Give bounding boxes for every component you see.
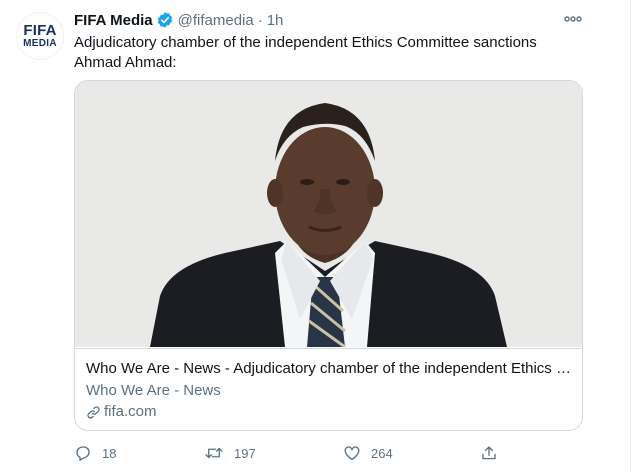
- author-name[interactable]: FIFA Media: [74, 12, 153, 29]
- tweet-actions: 18 197 264: [74, 442, 504, 464]
- reply-button[interactable]: 18: [74, 442, 116, 464]
- avatar[interactable]: FIFA MEDIA: [16, 12, 64, 60]
- card-domain: fifa.com: [86, 402, 157, 422]
- card-title: Who We Are - News - Adjudicatory chamber…: [86, 360, 576, 377]
- separator-dot: ·: [257, 11, 263, 29]
- link-card[interactable]: Who We Are - News - Adjudicatory chamber…: [74, 80, 583, 431]
- retweet-button[interactable]: 197: [204, 442, 256, 464]
- reply-icon: [74, 444, 92, 462]
- more-icon[interactable]: [563, 10, 583, 28]
- retweet-icon: [204, 444, 224, 462]
- reply-count: 18: [102, 445, 117, 461]
- tweet[interactable]: FIFA MEDIA FIFA Media @fifamedia · 1h Ad…: [0, 0, 630, 472]
- verified-badge-icon: [156, 11, 174, 29]
- avatar-logo-fifa: FIFA: [23, 21, 57, 39]
- avatar-logo-media: MEDIA: [23, 37, 57, 49]
- share-icon: [480, 444, 498, 462]
- card-body[interactable]: Who We Are - News - Adjudicatory chamber…: [75, 348, 582, 430]
- tweet-header: FIFA Media @fifamedia · 1h: [74, 10, 283, 30]
- timeline-divider-top: [630, 0, 631, 472]
- like-button[interactable]: 264: [343, 442, 393, 464]
- timestamp[interactable]: 1h: [267, 12, 284, 29]
- like-icon: [343, 444, 361, 462]
- share-button[interactable]: [480, 442, 508, 464]
- retweet-count: 197: [234, 445, 256, 461]
- card-domain-text: fifa.com: [104, 403, 157, 420]
- card-image[interactable]: [75, 81, 582, 347]
- author-handle[interactable]: @fifamedia: [178, 12, 254, 29]
- like-count: 264: [371, 445, 393, 461]
- card-description: Who We Are - News: [86, 382, 221, 399]
- link-icon: [86, 405, 101, 420]
- tweet-text: Adjudicatory chamber of the independent …: [74, 34, 537, 71]
